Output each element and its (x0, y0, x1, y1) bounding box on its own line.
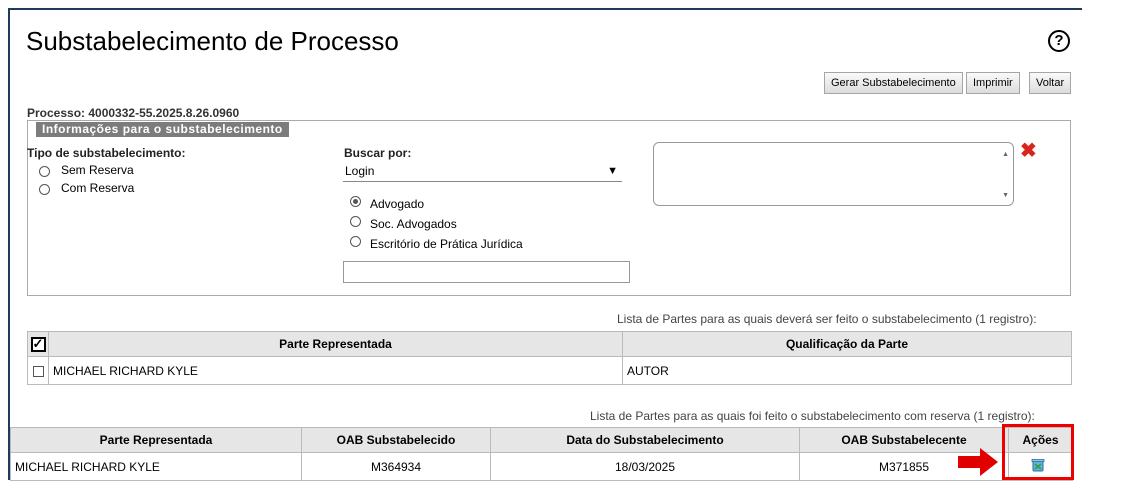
radio-com-reserva[interactable] (39, 184, 50, 195)
scroll-down-icon[interactable]: ▼ (1002, 192, 1009, 199)
radio-advogado[interactable] (350, 196, 361, 207)
select-all-checkbox[interactable] (30, 336, 46, 352)
processo-number: Processo: 4000332-55.2025.8.26.0960 (27, 106, 240, 120)
header-data: Data do Substabelecimento (490, 427, 800, 453)
header-parte-representada: Parte Representada (10, 427, 302, 453)
page-title: Substabelecimento de Processo (26, 26, 399, 56)
header-parte: Parte Representada (48, 331, 623, 357)
table2-caption: Lista de Partes para as quais foi feito … (590, 409, 1035, 423)
selected-textarea[interactable]: ▲ ▼ (653, 142, 1014, 206)
imprimir-button[interactable]: Imprimir (966, 72, 1020, 94)
frame-border-top (8, 8, 1082, 10)
header-oab-substabelecido: OAB Substabelecido (301, 427, 491, 453)
frame-border-left (8, 8, 10, 480)
substabelecidos-table: Parte Representada OAB Substabelecido Da… (10, 427, 1073, 481)
radio-sem-reserva[interactable] (39, 166, 50, 177)
radio-escritorio-label: Escritório de Prática Jurídica (370, 237, 523, 251)
buscar-select[interactable]: Login ▼ (343, 162, 622, 182)
select-all-header (27, 331, 49, 357)
partes-table: Parte Representada Qualificação da Parte… (27, 331, 1072, 385)
voltar-button[interactable]: Voltar (1029, 72, 1072, 94)
arrow-right-icon (958, 448, 998, 476)
help-icon[interactable]: ? (1048, 30, 1070, 52)
search-input[interactable] (343, 261, 630, 283)
radio-com-reserva-label: Com Reserva (61, 181, 135, 195)
gerar-substabelecimento-button[interactable]: Gerar Substabelecimento (824, 72, 963, 94)
buscar-select-value: Login (345, 164, 375, 178)
cell-parte: MICHAEL RICHARD KYLE (10, 452, 302, 481)
radio-soc-advogados[interactable] (350, 216, 361, 227)
cell-parte: MICHAEL RICHARD KYLE (48, 356, 623, 385)
table-row: MICHAEL RICHARD KYLE M364934 18/03/2025 … (10, 452, 1073, 481)
highlight-box (1002, 424, 1074, 480)
tipo-label: Tipo de substabelecimento: (27, 146, 186, 160)
row-checkbox[interactable] (32, 365, 44, 377)
radio-advogado-label: Advogado (370, 197, 425, 211)
header-qualificacao: Qualificação da Parte (622, 331, 1072, 357)
scroll-up-icon[interactable]: ▲ (1002, 151, 1009, 158)
buscar-label: Buscar por: (344, 146, 412, 160)
x-icon[interactable]: ✖ (1020, 141, 1037, 161)
chevron-down-icon: ▼ (607, 165, 618, 177)
radio-soc-advogados-label: Soc. Advogados (370, 217, 457, 231)
cell-data: 18/03/2025 (490, 452, 800, 481)
table1-caption: Lista de Partes para as quais deverá ser… (617, 312, 1037, 326)
table-row: MICHAEL RICHARD KYLE AUTOR (27, 356, 1072, 385)
fieldset-legend: Informações para o substabelecimento (36, 122, 289, 137)
radio-escritorio[interactable] (350, 236, 361, 247)
cell-qualificacao: AUTOR (622, 356, 1072, 385)
radio-sem-reserva-label: Sem Reserva (61, 163, 134, 177)
cell-oab-substabelecido: M364934 (301, 452, 491, 481)
